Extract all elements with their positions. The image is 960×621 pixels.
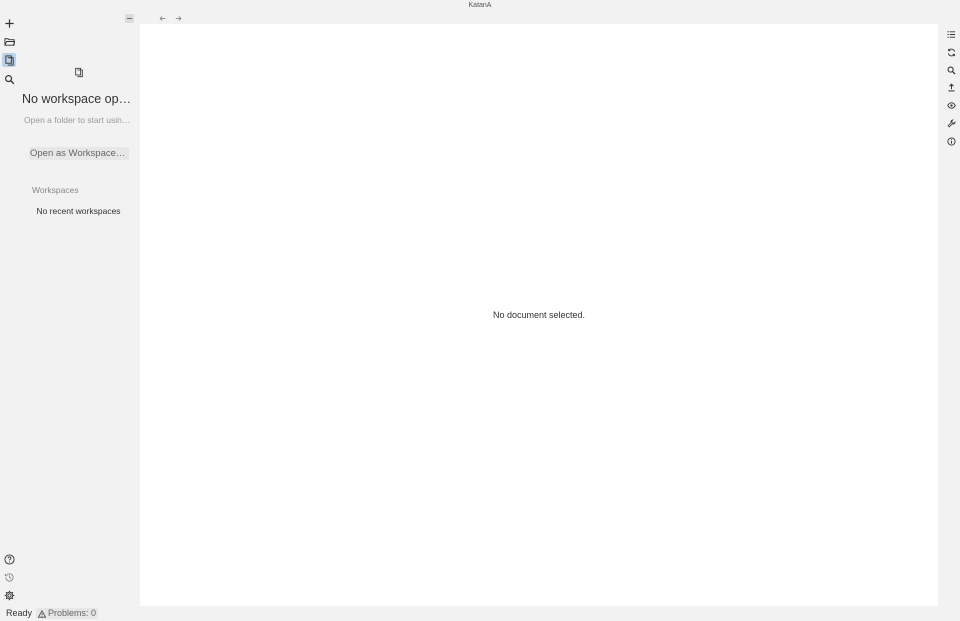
back-button[interactable]: [157, 13, 167, 23]
export-button[interactable]: [945, 81, 957, 93]
files-icon: [74, 65, 84, 78]
workspaces-heading: Workspaces: [32, 185, 79, 195]
upload-icon: [947, 83, 955, 91]
editor-area: No document selected.: [140, 24, 938, 606]
right-tool-rail: [941, 24, 960, 606]
problems-count: Problems: 0: [48, 608, 97, 618]
history-button[interactable]: [2, 570, 16, 584]
status-text: Ready: [6, 608, 33, 618]
open-as-workspace-button[interactable]: Open as Workspace…: [29, 147, 129, 160]
tools-button[interactable]: [945, 117, 957, 129]
new-file-button[interactable]: [2, 16, 16, 30]
app-window: KatanA No workspace opened Open a folder…: [0, 0, 960, 621]
no-workspace-title: No workspace opened: [22, 92, 137, 106]
wrench-icon: [947, 118, 956, 127]
open-folder-button[interactable]: [2, 34, 16, 48]
no-recent-workspaces: No recent workspaces: [36, 206, 121, 216]
search-icon: [4, 74, 14, 84]
search-button[interactable]: [2, 72, 16, 86]
help-button[interactable]: [2, 552, 16, 566]
eye-icon: [946, 101, 956, 109]
status-bar: Ready Problems: 0: [0, 606, 960, 621]
problems-indicator[interactable]: Problems: 0: [36, 608, 99, 619]
collapse-sidebar-button[interactable]: [125, 14, 134, 23]
settings-button[interactable]: [2, 588, 16, 602]
gear-icon: [4, 590, 14, 600]
warning-icon: [38, 609, 46, 618]
activity-rail: [0, 12, 18, 606]
folder-open-icon: [3, 37, 15, 46]
minus-icon: [127, 18, 132, 19]
editor-navbar: [140, 12, 938, 24]
refresh-icon: [947, 48, 955, 56]
window-title: KatanA: [468, 2, 492, 9]
search-icon: [947, 66, 956, 75]
no-workspace-hint: Open a folder to start using the workspa…: [24, 115, 134, 125]
arrow-right-icon: [175, 15, 181, 21]
files-icon: [4, 54, 14, 66]
info-button[interactable]: [945, 135, 957, 147]
outline-button[interactable]: [945, 28, 957, 40]
info-icon: [946, 136, 956, 146]
forward-button[interactable]: [173, 13, 183, 23]
find-button[interactable]: [945, 64, 957, 76]
help-circle-icon: [3, 553, 15, 565]
history-icon: [4, 572, 14, 582]
list-icon: [946, 30, 955, 38]
explorer-button[interactable]: [2, 53, 16, 67]
no-document-message: No document selected.: [492, 310, 586, 320]
explorer-sidebar: No workspace opened Open a folder to sta…: [18, 12, 139, 606]
arrow-left-icon: [159, 15, 165, 21]
refresh-button[interactable]: [945, 46, 957, 58]
preview-button[interactable]: [945, 99, 957, 111]
plus-icon: [4, 18, 14, 28]
